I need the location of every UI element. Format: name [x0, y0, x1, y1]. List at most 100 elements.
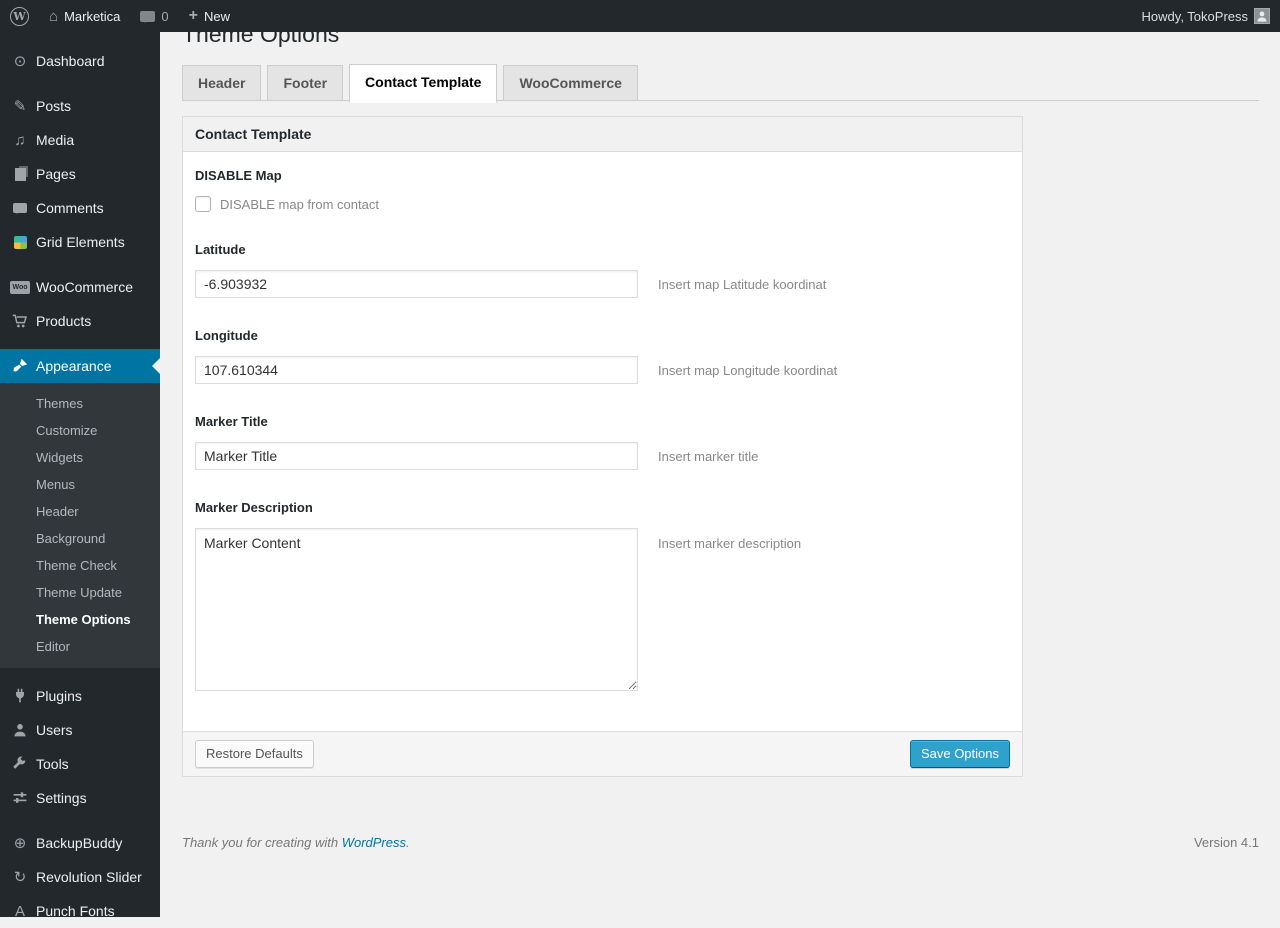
sidebar-item-users[interactable]: Users: [0, 713, 160, 747]
submenu-item-header[interactable]: Header: [0, 498, 160, 525]
comments-count: 0: [161, 9, 168, 24]
pages-icon: [10, 168, 30, 181]
save-options-button[interactable]: Save Options: [910, 740, 1010, 768]
field-description: Insert marker title: [658, 449, 758, 464]
sidebar-item-woocommerce[interactable]: Woo WooCommerce: [0, 270, 160, 304]
sidebar-item-posts[interactable]: ✎ Posts: [0, 89, 160, 123]
howdy-text: Howdy, TokoPress: [1142, 9, 1248, 24]
plug-icon: [10, 688, 30, 704]
site-name-link[interactable]: ⌂ Marketica: [39, 0, 130, 32]
field-description: Insert marker description: [658, 536, 801, 551]
field-label: Longitude: [195, 328, 1010, 343]
field-label: Marker Description: [195, 500, 1010, 515]
refresh-icon: ↻: [10, 870, 30, 885]
posts-icon: ✎: [10, 99, 30, 114]
submenu-item-menus[interactable]: Menus: [0, 471, 160, 498]
main-content: Theme Options Header Footer Contact Temp…: [160, 0, 1280, 885]
submenu-item-background[interactable]: Background: [0, 525, 160, 552]
tab-bar: Header Footer Contact Template WooCommer…: [182, 64, 1259, 101]
marker-description-textarea[interactable]: Marker Content: [195, 528, 638, 691]
my-account-menu[interactable]: Howdy, TokoPress: [1132, 0, 1280, 32]
checkbox-row: DISABLE map from contact: [195, 196, 1010, 212]
sliders-icon: [10, 790, 30, 806]
sidebar-item-label: Pages: [36, 166, 76, 182]
site-name: Marketica: [64, 9, 120, 24]
comments-icon: [10, 203, 30, 213]
sidebar-item-revolution-slider[interactable]: ↻ Revolution Slider: [0, 860, 160, 894]
control-row: Insert map Longitude koordinat: [195, 356, 1010, 384]
disable-map-checkbox[interactable]: [195, 196, 211, 212]
sidebar-item-pages[interactable]: Pages: [0, 157, 160, 191]
menu-separator: [0, 259, 160, 270]
appearance-submenu: Themes Customize Widgets Menus Header Ba…: [0, 383, 160, 668]
sidebar-item-label: Appearance: [36, 358, 112, 374]
marker-description-field: Marker Description Marker Content Insert…: [195, 500, 1010, 691]
menu-separator: [0, 78, 160, 89]
brush-icon: [10, 358, 30, 374]
sidebar-item-label: Media: [36, 132, 74, 148]
sidebar-item-media[interactable]: ♫ Media: [0, 123, 160, 157]
new-content-menu[interactable]: + New: [179, 0, 240, 32]
control-row: Insert marker title: [195, 442, 1010, 470]
tab-woocommerce[interactable]: WooCommerce: [503, 65, 637, 100]
thanks-prefix: Thank you for creating with: [182, 835, 342, 850]
sidebar-item-plugins[interactable]: Plugins: [0, 679, 160, 713]
submenu-item-theme-options[interactable]: Theme Options: [0, 606, 160, 633]
longitude-field: Longitude Insert map Longitude koordinat: [195, 328, 1010, 384]
sidebar-item-punch-fonts[interactable]: A Punch Fonts: [0, 894, 160, 928]
wp-logo-menu[interactable]: W: [0, 0, 39, 32]
wordpress-link[interactable]: WordPress: [342, 835, 406, 850]
checkbox-label: DISABLE map from contact: [220, 197, 379, 212]
menu-separator: [0, 338, 160, 349]
home-icon: ⌂: [49, 9, 58, 24]
user-icon: [10, 722, 30, 738]
field-label: Marker Title: [195, 414, 1010, 429]
comment-bubble-icon: [140, 11, 155, 22]
version-text: Version 4.1: [1194, 835, 1259, 850]
sidebar-item-comments[interactable]: Comments: [0, 191, 160, 225]
sidebar-item-products[interactable]: Products: [0, 304, 160, 338]
field-label: Latitude: [195, 242, 1010, 257]
sidebar-item-dashboard[interactable]: ⊙ Dashboard: [0, 44, 160, 78]
longitude-input[interactable]: [195, 356, 638, 384]
sidebar-item-backupbuddy[interactable]: ⊕ BackupBuddy: [0, 826, 160, 860]
sidebar-item-label: Settings: [36, 790, 87, 806]
latitude-field: Latitude Insert map Latitude koordinat: [195, 242, 1010, 298]
submenu-item-editor[interactable]: Editor: [0, 633, 160, 660]
menu-separator: [0, 815, 160, 826]
latitude-input[interactable]: [195, 270, 638, 298]
tab-contact-template[interactable]: Contact Template: [349, 64, 497, 103]
woocommerce-icon: Woo: [10, 281, 30, 294]
admin-bar-spacer: [240, 0, 1132, 32]
sidebar-item-label: Products: [36, 313, 91, 329]
marker-title-field: Marker Title Insert marker title: [195, 414, 1010, 470]
plus-icon: +: [189, 8, 198, 24]
new-label: New: [204, 9, 230, 24]
submenu-item-theme-check[interactable]: Theme Check: [0, 552, 160, 579]
sidebar-item-label: Plugins: [36, 688, 82, 704]
wordpress-logo-icon: W: [10, 7, 29, 26]
grid-elements-icon: [10, 236, 30, 249]
submenu-item-theme-update[interactable]: Theme Update: [0, 579, 160, 606]
restore-defaults-button[interactable]: Restore Defaults: [195, 740, 314, 768]
submenu-item-themes[interactable]: Themes: [0, 390, 160, 417]
field-description: Insert map Latitude koordinat: [658, 277, 826, 292]
submenu-item-widgets[interactable]: Widgets: [0, 444, 160, 471]
sidebar-item-appearance[interactable]: Appearance: [0, 349, 160, 383]
marker-title-input[interactable]: [195, 442, 638, 470]
field-label: DISABLE Map: [195, 168, 1010, 183]
comments-admin-link[interactable]: 0: [130, 0, 178, 32]
tab-footer[interactable]: Footer: [267, 65, 343, 100]
tab-header[interactable]: Header: [182, 65, 261, 100]
panel-header: Contact Template: [183, 117, 1022, 152]
sidebar-item-grid-elements[interactable]: Grid Elements: [0, 225, 160, 259]
sidebar-item-label: Posts: [36, 98, 71, 114]
sidebar-item-settings[interactable]: Settings: [0, 781, 160, 815]
panel-footer: Restore Defaults Save Options: [183, 731, 1022, 776]
control-row: Insert map Latitude koordinat: [195, 270, 1010, 298]
sidebar-item-tools[interactable]: Tools: [0, 747, 160, 781]
dashboard-icon: ⊙: [10, 54, 30, 69]
field-description: Insert map Longitude koordinat: [658, 363, 837, 378]
submenu-item-customize[interactable]: Customize: [0, 417, 160, 444]
footer-thanks: Thank you for creating with WordPress.: [182, 835, 410, 850]
